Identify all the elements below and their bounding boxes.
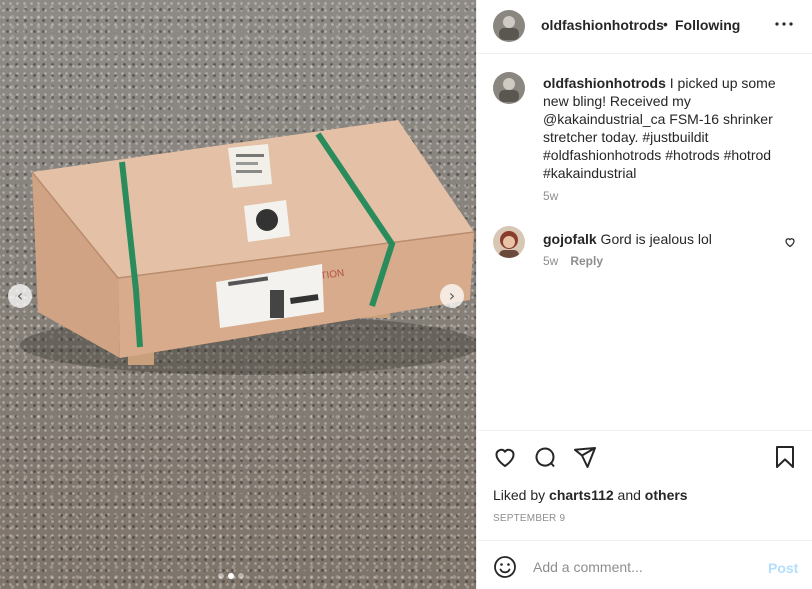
heart-icon[interactable] — [493, 445, 517, 469]
liked-by-others[interactable]: others — [645, 487, 688, 503]
bookmark-icon[interactable] — [773, 445, 797, 469]
caption-timestamp[interactable]: 5w — [543, 189, 558, 203]
liked-by-and: and — [613, 487, 645, 503]
comment-username[interactable]: gojofalk — [543, 231, 597, 247]
crate-image: CAUTION — [20, 120, 476, 375]
post-sidebar: oldfashionhotrods • Following oldfashion… — [476, 0, 812, 589]
more-horizontal-icon[interactable] — [774, 14, 794, 34]
caption-text: oldfashionhotrods I picked up some new b… — [543, 74, 793, 182]
previous-photo-button[interactable]: ‹ — [8, 284, 32, 308]
caption-avatar[interactable] — [493, 72, 525, 104]
post-header: oldfashionhotrods • Following — [477, 0, 812, 54]
liked-by-text: Liked by charts112 and others — [493, 487, 688, 503]
add-comment-bar: Post — [477, 540, 812, 589]
comment-body: Gord is jealous lol — [596, 231, 712, 247]
post-button[interactable]: Post — [768, 560, 798, 576]
comment-meta: 5w Reply — [543, 254, 603, 268]
emoji-icon[interactable] — [493, 555, 517, 579]
comment-input[interactable] — [533, 556, 753, 578]
carousel-dot — [238, 573, 244, 579]
author-avatar[interactable] — [493, 10, 525, 42]
chevron-right-icon: › — [448, 286, 456, 305]
reply-button[interactable]: Reply — [570, 254, 603, 268]
following-button[interactable]: Following — [675, 17, 740, 33]
liked-by-user[interactable]: charts112 — [549, 487, 614, 503]
liked-by-prefix: Liked by — [493, 487, 550, 503]
comment-item: gojofalk Gord is jealous lol 5w Reply — [493, 226, 797, 276]
header-separator: • — [663, 16, 668, 32]
heart-icon[interactable] — [784, 236, 796, 248]
carousel-indicator — [218, 573, 244, 579]
chevron-left-icon: ‹ — [16, 286, 24, 305]
post-date[interactable]: SEPTEMBER 9 — [493, 513, 565, 524]
comment-icon[interactable] — [533, 445, 557, 469]
comment-text: gojofalk Gord is jealous lol — [543, 230, 712, 248]
post-photo[interactable]: CAUTION ‹ › — [0, 0, 476, 589]
caption-username[interactable]: oldfashionhotrods — [543, 75, 666, 91]
next-photo-button[interactable]: › — [440, 284, 464, 308]
author-username[interactable]: oldfashionhotrods — [541, 17, 664, 33]
carousel-dot-active — [228, 573, 234, 579]
post-actions: Liked by charts112 and others SEPTEMBER … — [477, 430, 812, 540]
comment-timestamp[interactable]: 5w — [543, 254, 558, 268]
commenter-avatar[interactable] — [493, 226, 525, 258]
carousel-dot — [218, 573, 224, 579]
share-icon[interactable] — [573, 445, 597, 469]
